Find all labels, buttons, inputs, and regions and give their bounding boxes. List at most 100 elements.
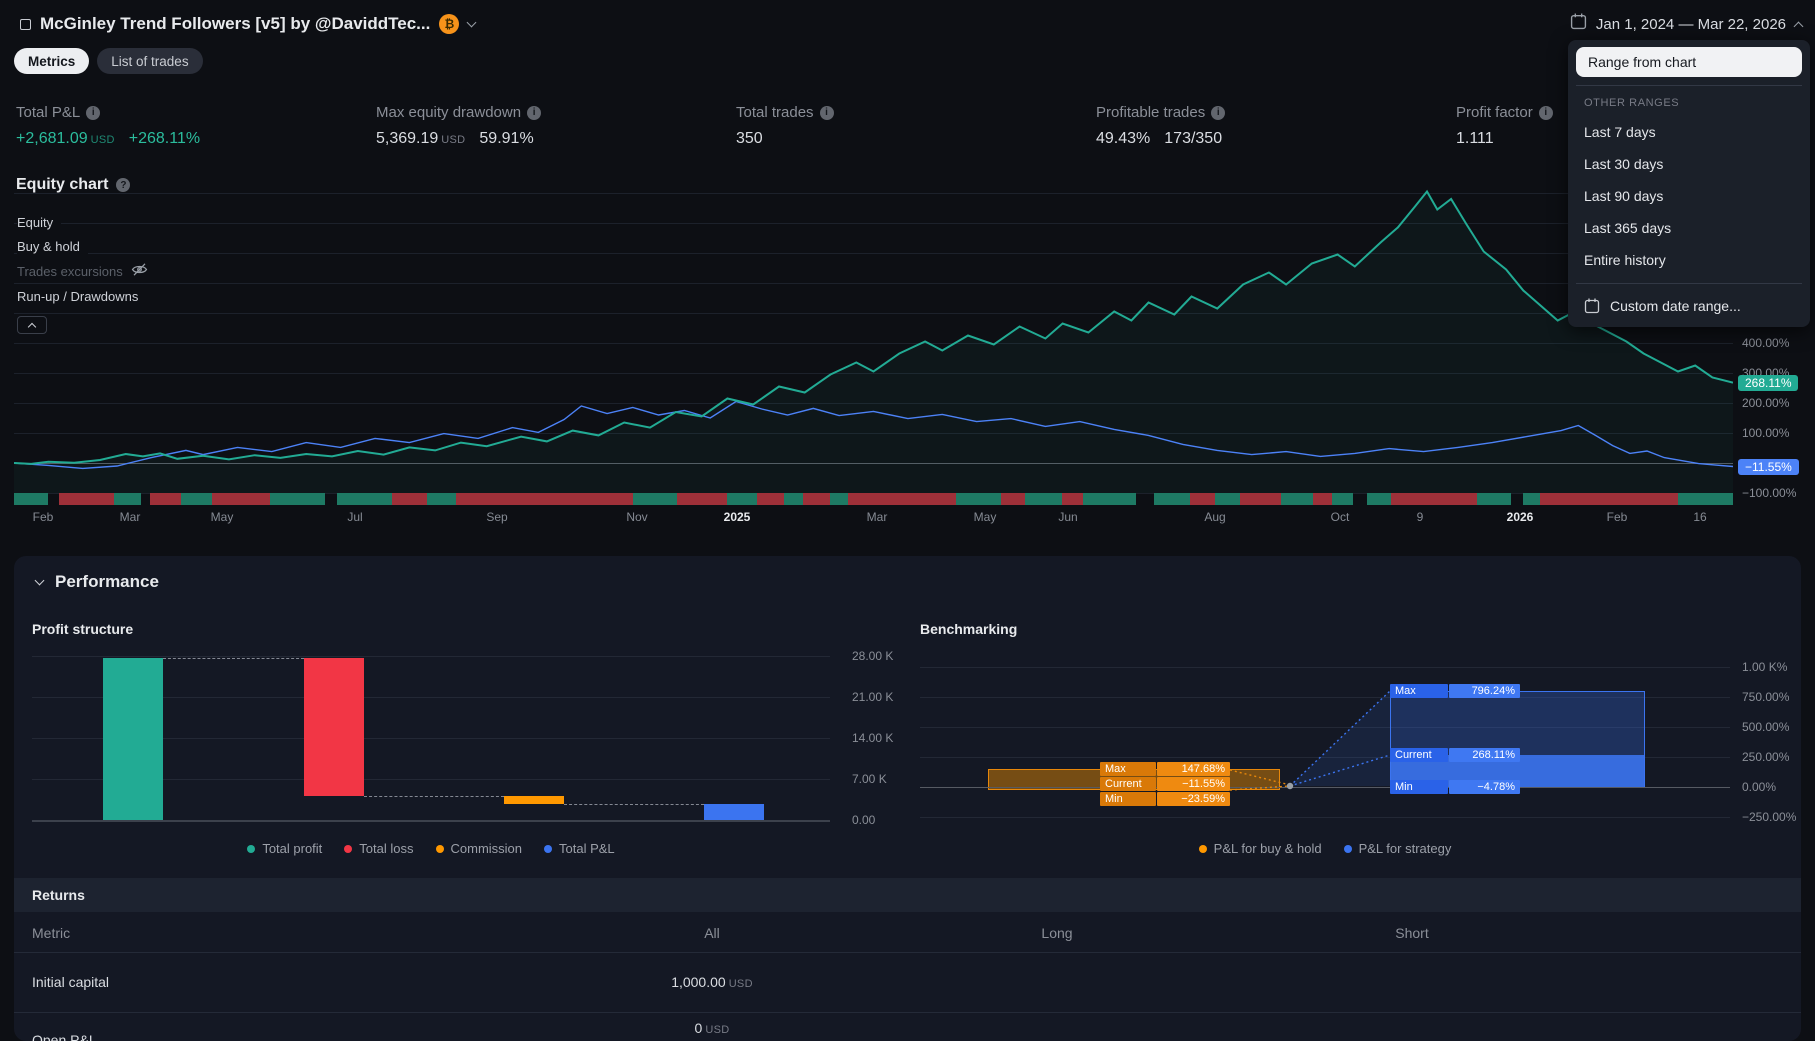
metric-main-value: 5,369.19	[376, 130, 438, 148]
time-axis-label: 2025	[715, 510, 759, 524]
menu-item-entire-history[interactable]: Entire history	[1568, 245, 1810, 275]
range-value: 268.11%	[1449, 748, 1520, 762]
info-icon[interactable]: i	[820, 106, 834, 120]
metric-label-text: Max equity drawdown	[376, 104, 521, 121]
strategy-current-box: Current268.11%	[1390, 748, 1520, 762]
trade-segment-win	[1678, 493, 1733, 505]
legend-label: P&L for strategy	[1359, 841, 1452, 856]
value-number: 0	[695, 1020, 703, 1036]
menu-item-last-7-days[interactable]: Last 7 days	[1568, 117, 1810, 147]
trade-segment-gap	[1353, 493, 1367, 505]
price-axis-label: 400.00%	[1742, 336, 1789, 350]
trade-segment-win	[830, 493, 847, 505]
menu-item-custom-date-range[interactable]: Custom date range...	[1568, 291, 1810, 321]
tab-list-of-trades[interactable]: List of trades	[97, 48, 202, 74]
time-axis-label: 16	[1678, 510, 1722, 524]
collapse-chart-button[interactable]	[17, 316, 47, 334]
equity-legend-run-up-drawdowns[interactable]: Run-up / Drawdowns	[17, 289, 146, 304]
returns-section-title: Returns	[32, 887, 85, 903]
profit-structure-legend: Total profitTotal lossCommissionTotal P&…	[32, 841, 830, 856]
equity-legend-equity[interactable]: Equity	[17, 215, 61, 230]
metric-label: Total tradesi	[736, 104, 1066, 121]
range-value: −11.55%	[1157, 777, 1230, 791]
eye-off-icon[interactable]	[131, 263, 148, 279]
legend-label: Buy & hold	[17, 239, 80, 254]
price-axis-label: 100.00%	[1742, 426, 1789, 440]
connector-line	[364, 796, 504, 797]
buyhold-min-box: Min−23.59%	[1100, 792, 1230, 806]
trade-segment-loss	[757, 493, 785, 505]
trade-segment-gap	[1511, 493, 1523, 505]
equity-chart[interactable]: FebMarMayJulSepNov2025MarMayJunAugOct920…	[14, 186, 1733, 531]
tab-bar: Metrics List of trades	[14, 48, 203, 74]
time-axis-label: Feb	[21, 510, 65, 524]
metric-3: Profitable tradesi 49.43%173/350	[1096, 104, 1426, 148]
legend-item: Total loss	[344, 841, 413, 856]
column-header-all: All	[632, 925, 792, 941]
performance-header[interactable]: Performance	[36, 572, 159, 592]
metric-secondary-value: 173/350	[1164, 130, 1222, 148]
chevron-down-icon[interactable]	[467, 18, 477, 28]
metric-unit: USD	[91, 134, 115, 146]
metric-label: Profitable tradesi	[1096, 104, 1426, 121]
range-label: Current	[1390, 748, 1448, 762]
date-range-label: Jan 1, 2024 — Mar 22, 2026	[1596, 16, 1786, 33]
legend-item: Total profit	[247, 841, 322, 856]
menu-item-last-30-days[interactable]: Last 30 days	[1568, 149, 1810, 179]
legend-dot	[436, 845, 444, 853]
trade-segment-gap	[48, 493, 58, 505]
range-value: −4.78%	[1449, 780, 1520, 794]
equity-legend-buy-hold[interactable]: Buy & hold	[17, 239, 88, 254]
trade-segment-win	[114, 493, 142, 505]
gridline	[32, 656, 830, 657]
time-axis-label: May	[200, 510, 244, 524]
info-icon[interactable]: i	[1211, 106, 1225, 120]
time-axis-label: Mar	[855, 510, 899, 524]
menu-item-last-90-days[interactable]: Last 90 days	[1568, 181, 1810, 211]
row-metric-label: Open P&L	[32, 1032, 97, 1041]
column-header-short: Short	[1332, 925, 1492, 941]
trade-segment-gap	[141, 493, 150, 505]
equity-legend-trades-excursions[interactable]: Trades excursions	[17, 263, 156, 279]
date-range-menu: Range from chartOTHER RANGESLast 7 daysL…	[1568, 40, 1810, 327]
metric-1: Max equity drawdowni5,369.19USD59.91%	[376, 104, 706, 148]
value-axis-label: 7.00 K	[852, 772, 887, 786]
trade-segment-loss	[1391, 493, 1477, 505]
legend-item: P&L for buy & hold	[1199, 841, 1322, 856]
menu-item-range-from-chart[interactable]: Range from chart	[1576, 47, 1802, 77]
bar-total-loss	[304, 658, 364, 796]
strategy-tester-panel: McGinley Trend Followers [v5] by @Davidd…	[0, 0, 1815, 1041]
price-axis-badge: −11.55%	[1738, 459, 1799, 475]
metric-label-text: Total P&L	[16, 104, 80, 121]
date-range-button[interactable]: Jan 1, 2024 — Mar 22, 2026	[1570, 12, 1802, 36]
metric-main-value: 350	[736, 130, 763, 148]
metric-unit: USD	[441, 134, 465, 146]
range-value: 147.68%	[1157, 762, 1230, 776]
legend-dot	[1199, 845, 1207, 853]
metric-label: Max equity drawdown i	[376, 104, 706, 121]
metric-2: Total tradesi 350	[736, 104, 1066, 148]
metric-value: 49.43%173/350	[1096, 130, 1426, 148]
trade-segment-loss	[1001, 493, 1025, 505]
metric-main-value: +2,681.09	[16, 130, 88, 148]
info-icon[interactable]: i	[86, 106, 100, 120]
value-axis-label: −250.00%	[1742, 810, 1796, 824]
bar-total-p-l	[704, 804, 764, 820]
legend-item: Total P&L	[544, 841, 615, 856]
info-icon[interactable]: i	[1539, 106, 1553, 120]
equity-curves	[14, 186, 1733, 508]
strategy-max-box: Max796.24%	[1390, 684, 1520, 698]
trade-segment-win	[1477, 493, 1511, 505]
metric-secondary-value: +268.11%	[129, 130, 200, 148]
row-metric-label: Initial capital	[32, 974, 109, 990]
trade-segment-win	[727, 493, 756, 505]
menu-item-last-365-days[interactable]: Last 365 days	[1568, 213, 1810, 243]
legend-label: Equity	[17, 215, 53, 230]
tab-metrics[interactable]: Metrics	[14, 48, 89, 74]
trade-segment-win	[1083, 493, 1136, 505]
info-icon[interactable]: i	[527, 106, 541, 120]
strategy-title-bar[interactable]: McGinley Trend Followers [v5] by @Davidd…	[20, 12, 475, 36]
menu-divider	[1576, 283, 1802, 284]
performance-card: Performance Profit structure Benchmarkin…	[14, 556, 1801, 1041]
trade-segment-win	[14, 493, 48, 505]
